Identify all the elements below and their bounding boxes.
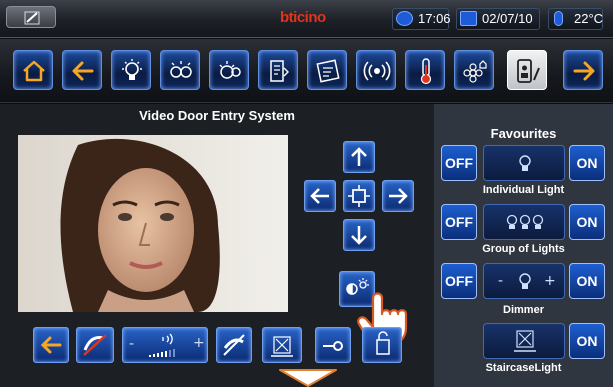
settings-button[interactable] [454,50,494,90]
clock: 17:06 [392,8,451,30]
clock-icon [396,11,413,26]
stairs-light-button[interactable] [262,327,302,363]
page-title: Video Door Entry System [139,108,295,123]
messages-button[interactable] [307,50,347,90]
camera-right-button[interactable] [382,180,414,212]
status-bar: bticino 17:06 02/07/10 22°C [0,0,613,38]
home-button[interactable] [13,50,53,90]
brand-logo: bticino [280,9,326,26]
door-lock-button[interactable] [315,327,351,363]
forward-button[interactable] [563,50,603,90]
forward-arrow-icon [573,61,595,81]
dimmer-button[interactable] [209,50,249,90]
individual-light-indicator [483,145,565,181]
mute-microphone-button[interactable] [76,327,114,363]
dimmer-icon [219,61,241,79]
calendar: 02/07/10 [456,8,540,30]
door-lock-icon [376,331,390,355]
camera-down-button[interactable] [343,219,375,251]
camera-left-button[interactable] [304,180,336,212]
light-bulb-icon [519,155,531,171]
volume-plus[interactable]: + [193,335,205,351]
staircase-light-label: StaircaseLight [485,362,562,374]
light-bulb-icon [122,59,142,80]
edit-button[interactable] [6,6,56,28]
thermometer-icon [554,11,563,26]
dimmer-on-button[interactable]: ON [569,263,605,299]
temperature-text: 22°C [574,11,604,26]
door-open-button[interactable] [362,327,402,363]
favourites-title: Favourites [490,126,557,141]
video-door-entry-screen: bticino 17:06 02/07/10 22°C Video Door E… [0,0,613,387]
sound-system-button[interactable] [356,50,396,90]
volume-level-icon [149,333,175,357]
arrow-right-icon [389,188,408,204]
staircase-light-on-button[interactable]: ON [569,323,605,359]
group-lights-off-button[interactable]: OFF [441,204,477,240]
thermometer-icon [420,58,432,85]
camera-center-icon [348,185,370,207]
lights-group-icon [170,61,192,78]
group-lights-indicator [483,204,565,240]
staircase-light-indicator [483,323,565,359]
time-text: 17:06 [418,11,451,26]
navigation-bar [0,39,613,103]
mute-call-icon [83,334,107,356]
settings-flower-icon [463,60,487,83]
group-lights-button[interactable] [160,50,200,90]
calendar-icon [460,11,477,26]
volume-minus[interactable]: - [129,336,134,352]
dimmer-label: Dimmer [503,304,544,316]
arrow-down-icon [351,226,367,245]
individual-light-off-button[interactable]: OFF [441,145,477,181]
back-button[interactable] [62,50,102,90]
group-lights-on-button[interactable]: ON [569,204,605,240]
dimmer-control[interactable]: - + [483,263,565,299]
scroll-down-indicator-icon [279,369,337,387]
key-icon [323,341,343,351]
messages-icon [316,59,340,83]
group-lights-label: Group of Lights [482,243,565,255]
video-door-entry-button[interactable] [507,50,547,90]
volume-control[interactable]: - + [122,327,208,363]
sound-system-icon [363,61,391,81]
temperature: 22°C [548,8,603,30]
scenario-button[interactable] [258,50,298,90]
scenario-icon [270,60,289,82]
camera-center-button[interactable] [343,180,375,212]
thermoregulation-button[interactable] [405,50,445,90]
staircase-light-icon [271,336,293,357]
back-arrow-icon [72,61,94,81]
dimmer-plus[interactable]: + [544,273,556,289]
video-back-button[interactable] [33,327,69,363]
date-text: 02/07/10 [482,11,533,26]
video-door-entry-icon [517,59,540,83]
visitor-face-image [18,135,288,312]
dimmer-off-button[interactable]: OFF [441,263,477,299]
back-arrow-icon [40,336,62,354]
arrow-up-icon [351,147,367,166]
camera-up-button[interactable] [343,141,375,173]
lights-group-icon [506,214,544,229]
individual-light-on-button[interactable]: ON [569,145,605,181]
home-icon [23,60,45,82]
lighting-button[interactable] [111,50,151,90]
pencil-icon [24,11,40,25]
camera-video-feed [18,135,288,312]
hang-up-icon [223,334,245,356]
hang-up-button[interactable] [216,327,252,363]
staircase-light-icon [514,330,536,352]
arrow-left-icon [310,188,329,204]
individual-light-label: Individual Light [482,184,565,196]
